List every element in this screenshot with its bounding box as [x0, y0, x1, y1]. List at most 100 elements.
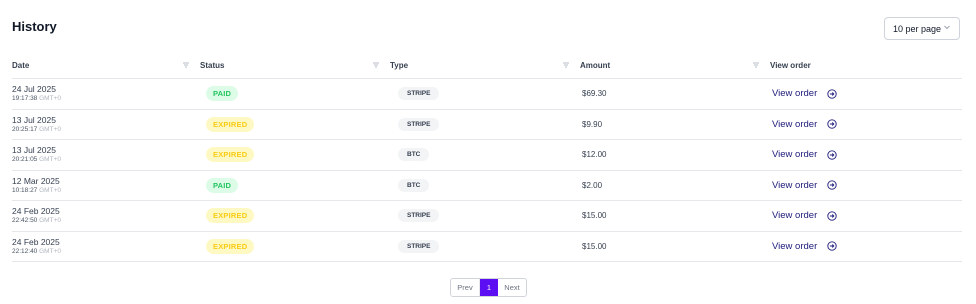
- table-header-row: Date Status Type Amount View order: [12, 52, 962, 79]
- time-text: 22:12:40 GMT+0: [12, 247, 61, 255]
- status-cell: EXPIRED: [202, 139, 392, 171]
- view-order-label: View order: [772, 88, 818, 100]
- page-title: History: [12, 19, 57, 34]
- history-table: Date Status Type Amount View order 24 Ju…: [12, 52, 962, 262]
- type-badge: BTC: [398, 178, 430, 192]
- sort-icon[interactable]: [372, 61, 380, 69]
- table-row: 24 Feb 2025 22:42:50 GMT+0 EXPIRED STRIP…: [12, 200, 962, 232]
- sort-icon[interactable]: [562, 61, 570, 69]
- type-cell: STRIPE: [392, 109, 582, 140]
- arrow-right-circle-icon: [822, 89, 837, 99]
- type-badge: STRIPE: [398, 239, 440, 253]
- per-page-select[interactable]: 10 per page: [884, 17, 960, 40]
- amount-text: $15.00: [582, 241, 607, 251]
- view-order-link[interactable]: View order: [772, 119, 837, 130]
- date-cell: 13 Jul 2025 20:21:05 GMT+0: [12, 139, 202, 171]
- column-header-view-order[interactable]: View order: [753, 52, 962, 79]
- view-order-cell: View order: [772, 109, 962, 140]
- type-cell: STRIPE: [392, 200, 582, 232]
- status-cell: EXPIRED: [202, 200, 392, 232]
- view-order-cell: View order: [772, 78, 962, 110]
- view-order-link[interactable]: View order: [772, 149, 837, 160]
- column-header-label: Type: [390, 60, 409, 70]
- time-text: 20:21:05 GMT+0: [12, 156, 61, 164]
- type-cell: STRIPE: [392, 231, 582, 262]
- column-header-date[interactable]: Date: [12, 52, 202, 79]
- date-cell: 13 Jul 2025 20:25:17 GMT+0: [12, 109, 202, 140]
- type-badge: STRIPE: [398, 117, 440, 131]
- chevron-down-icon: [944, 25, 950, 30]
- type-cell: STRIPE: [392, 78, 582, 110]
- arrow-right-circle-icon: [822, 241, 837, 251]
- column-header-status[interactable]: Status: [183, 52, 392, 79]
- type-cell: BTC: [392, 139, 582, 171]
- view-order-label: View order: [772, 118, 818, 130]
- date-text: 13 Jul 2025: [12, 145, 56, 156]
- view-order-link[interactable]: View order: [772, 241, 837, 252]
- date-text: 24 Jul 2025: [12, 84, 56, 95]
- pagination: Prev 1 Next: [450, 278, 527, 297]
- table-row: 13 Jul 2025 20:21:05 GMT+0 EXPIRED BTC $…: [12, 139, 962, 171]
- column-header-label: Date: [12, 60, 30, 70]
- date-cell: 24 Jul 2025 19:17:38 GMT+0: [12, 78, 202, 110]
- arrow-right-circle-icon: [822, 150, 837, 160]
- page-1-button[interactable]: 1: [480, 279, 498, 296]
- amount-text: $2.00: [582, 180, 603, 190]
- status-cell: EXPIRED: [202, 231, 392, 262]
- type-badge: STRIPE: [398, 87, 440, 101]
- status-cell: PAID: [202, 78, 392, 110]
- next-page-button[interactable]: Next: [498, 279, 526, 296]
- amount-cell: $69.30: [582, 78, 772, 110]
- amount-cell: $15.00: [582, 231, 772, 262]
- column-header-amount[interactable]: Amount: [563, 52, 772, 79]
- column-header-label: View order: [770, 60, 811, 70]
- status-badge: EXPIRED: [206, 147, 255, 163]
- column-header-type[interactable]: Type: [373, 52, 582, 79]
- status-badge: PAID: [206, 86, 239, 102]
- status-cell: PAID: [202, 170, 392, 201]
- table-row: 24 Jul 2025 19:17:38 GMT+0 PAID STRIPE $…: [12, 78, 962, 110]
- view-order-label: View order: [772, 210, 818, 222]
- arrow-right-circle-icon: [822, 180, 837, 190]
- column-header-label: Status: [200, 60, 225, 70]
- view-order-link[interactable]: View order: [772, 88, 837, 99]
- table-row: 24 Feb 2025 22:12:40 GMT+0 EXPIRED STRIP…: [12, 231, 962, 262]
- date-text: 13 Jul 2025: [12, 114, 56, 125]
- table-row: 13 Jul 2025 20:25:17 GMT+0 EXPIRED STRIP…: [12, 109, 962, 140]
- view-order-label: View order: [772, 240, 818, 252]
- time-text: 22:42:50 GMT+0: [12, 217, 61, 225]
- status-badge: PAID: [206, 177, 239, 193]
- amount-cell: $2.00: [582, 170, 772, 201]
- time-text: 19:17:38 GMT+0: [12, 95, 61, 103]
- amount-cell: $9.90: [582, 109, 772, 140]
- prev-page-button[interactable]: Prev: [451, 279, 480, 296]
- amount-cell: $12.00: [582, 139, 772, 171]
- date-text: 12 Mar 2025: [12, 175, 60, 186]
- status-badge: EXPIRED: [206, 238, 255, 254]
- date-cell: 12 Mar 2025 10:18:27 GMT+0: [12, 170, 202, 201]
- arrow-right-circle-icon: [822, 211, 837, 221]
- view-order-label: View order: [772, 149, 818, 161]
- date-text: 24 Feb 2025: [12, 206, 60, 217]
- view-order-cell: View order: [772, 200, 962, 232]
- type-badge: STRIPE: [398, 209, 440, 223]
- view-order-cell: View order: [772, 231, 962, 262]
- amount-text: $15.00: [582, 211, 607, 221]
- date-cell: 24 Feb 2025 22:12:40 GMT+0: [12, 231, 202, 262]
- per-page-value: 10 per page: [893, 23, 942, 34]
- amount-text: $12.00: [582, 150, 607, 160]
- date-text: 24 Feb 2025: [12, 236, 60, 247]
- time-text: 20:25:17 GMT+0: [12, 125, 61, 133]
- time-text: 10:18:27 GMT+0: [12, 186, 61, 194]
- view-order-label: View order: [772, 179, 818, 191]
- arrow-right-circle-icon: [822, 119, 837, 129]
- sort-icon[interactable]: [752, 61, 760, 69]
- sort-icon[interactable]: [182, 61, 190, 69]
- view-order-link[interactable]: View order: [772, 180, 837, 191]
- amount-cell: $15.00: [582, 200, 772, 232]
- date-cell: 24 Feb 2025 22:42:50 GMT+0: [12, 200, 202, 232]
- type-badge: BTC: [398, 148, 430, 162]
- status-badge: EXPIRED: [206, 208, 255, 224]
- type-cell: BTC: [392, 170, 582, 201]
- view-order-link[interactable]: View order: [772, 210, 837, 221]
